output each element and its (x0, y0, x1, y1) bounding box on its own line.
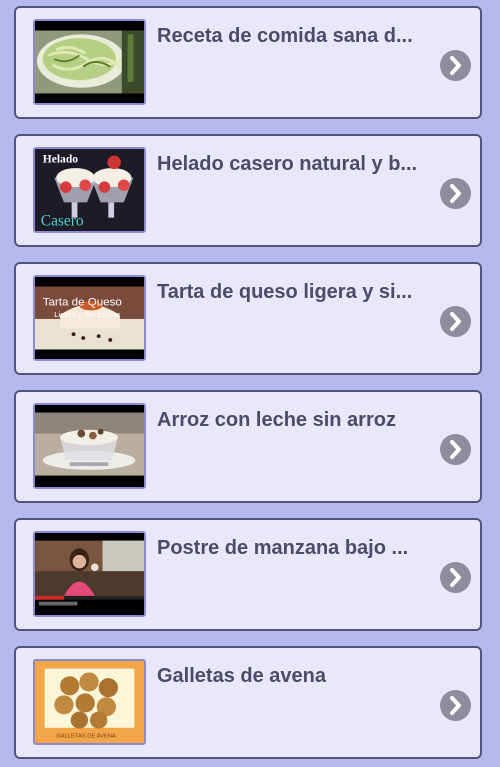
thumbnail-caption: Casero (41, 212, 84, 229)
recipe-title: Galletas de avena (157, 665, 326, 687)
recipe-title: Arroz con leche sin arroz (157, 409, 396, 431)
apple-dessert-video-thumbnail (33, 531, 146, 617)
recipe-item[interactable]: Tarta de Queso Ligera y Sin azúcar Tarta… (14, 262, 482, 375)
recipe-item[interactable]: Receta de comida sana d... (14, 6, 482, 119)
recipe-list: Receta de comida sana d... Helado Casero… (0, 0, 500, 767)
recipe-title: Receta de comida sana d... (157, 25, 413, 47)
recipe-item[interactable]: Postre de manzana bajo ... (14, 518, 482, 631)
recipe-title: Helado casero natural y b... (157, 153, 418, 175)
recipe-item[interactable]: GALLETAS DE AVENA Galletas de avena (14, 646, 482, 759)
recipe-item[interactable]: Arroz con leche sin arroz (14, 390, 482, 503)
salad-thumbnail (33, 19, 146, 105)
thumbnail-caption: Tarta de Queso (43, 297, 122, 309)
recipe-item[interactable]: Helado Casero Helado casero natural y b.… (14, 134, 482, 247)
thumbnail-caption: Helado (43, 153, 79, 165)
chevron-right-icon[interactable] (440, 50, 471, 81)
chevron-right-icon[interactable] (440, 434, 471, 465)
recipe-title: Tarta de queso ligera y si... (157, 281, 413, 303)
thumbnail-caption: Ligera y Sin azúcar (54, 310, 120, 319)
chevron-right-icon[interactable] (440, 178, 471, 209)
chevron-right-icon[interactable] (440, 306, 471, 337)
thumbnail-caption: GALLETAS DE AVENA (56, 733, 116, 739)
chevron-right-icon[interactable] (440, 690, 471, 721)
cheesecake-thumbnail: Tarta de Queso Ligera y Sin azúcar (33, 275, 146, 361)
rice-pudding-thumbnail (33, 403, 146, 489)
recipe-title: Postre de manzana bajo ... (157, 537, 409, 559)
chevron-right-icon[interactable] (440, 562, 471, 593)
ice-cream-thumbnail: Helado Casero (33, 147, 146, 233)
oat-cookies-thumbnail: GALLETAS DE AVENA (33, 659, 146, 745)
